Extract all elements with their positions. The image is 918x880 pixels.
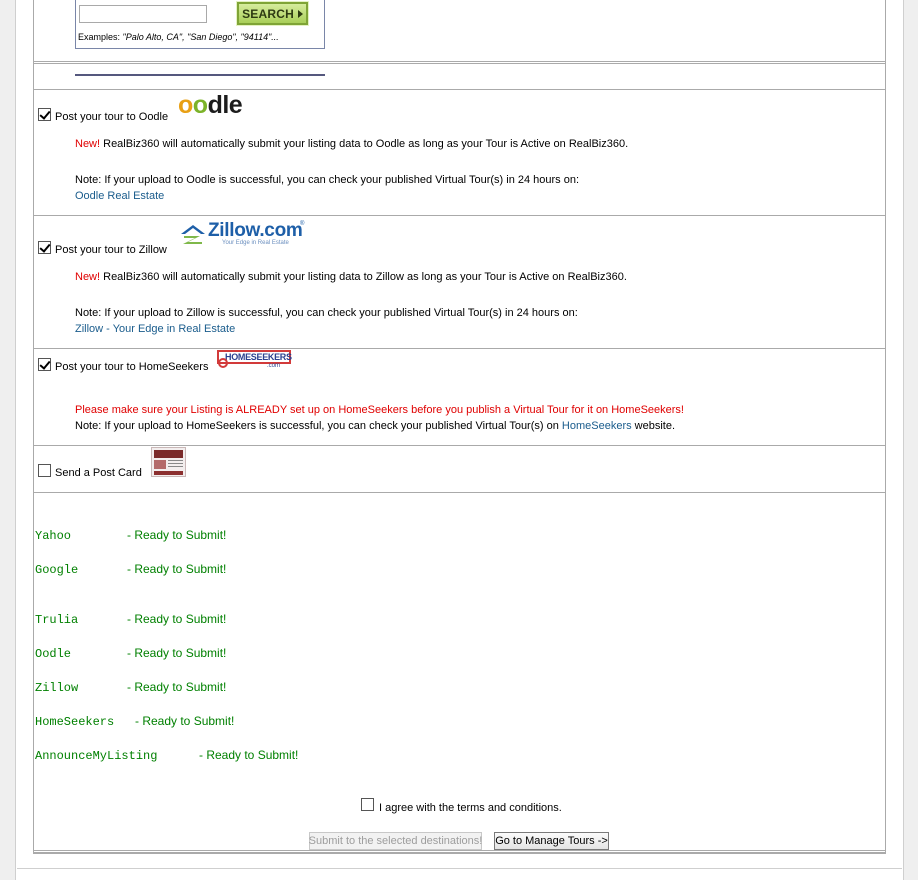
search-button[interactable]: SEARCH bbox=[236, 1, 309, 26]
blue-rule bbox=[75, 74, 325, 76]
status-message-yahoo: - Ready to Submit! bbox=[127, 528, 227, 542]
submit-destinations-button[interactable]: Submit to the selected destinations! bbox=[309, 832, 482, 850]
zillow-link[interactable]: Zillow - Your Edge in Real Estate bbox=[75, 323, 235, 335]
homeseekers-checkbox-label: Post your tour to HomeSeekers bbox=[55, 361, 209, 373]
examples-list: "Palo Alto, CA", "San Diego", "94114"... bbox=[122, 32, 279, 42]
homeseekers-note-end: website. bbox=[634, 420, 676, 432]
manage-tours-button[interactable]: Go to Manage Tours -> bbox=[494, 832, 609, 850]
zillow-house-icon bbox=[181, 225, 205, 244]
zillow-description: New! RealBiz360 will automatically submi… bbox=[75, 271, 627, 283]
search-examples: Examples: "Palo Alto, CA", "San Diego", … bbox=[78, 32, 279, 42]
oodle-description: New! RealBiz360 will automatically submi… bbox=[75, 138, 628, 150]
search-panel: SEARCH Examples: "Palo Alto, CA", "San D… bbox=[75, 0, 325, 49]
postcard-thumbnail bbox=[151, 447, 186, 477]
status-message-homeseekers: - Ready to Submit! bbox=[135, 714, 235, 728]
section-divider bbox=[33, 445, 886, 446]
terms-label: I agree with the terms and conditions. bbox=[379, 802, 562, 814]
status-message-trulia: - Ready to Submit! bbox=[127, 612, 227, 626]
homeseekers-checkbox[interactable] bbox=[38, 358, 51, 371]
status-message-google: - Ready to Submit! bbox=[127, 562, 227, 576]
status-name-oodle: Oodle bbox=[35, 647, 72, 661]
zillow-checkbox[interactable] bbox=[38, 241, 51, 254]
status-name-trulia: Trulia bbox=[35, 613, 79, 627]
oodle-logo: oodle bbox=[178, 91, 243, 119]
status-message-oodle: - Ready to Submit! bbox=[127, 646, 227, 660]
new-badge: New! bbox=[75, 138, 101, 150]
section-divider bbox=[33, 348, 886, 349]
status-name-homeseekers: HomeSeekers bbox=[35, 715, 115, 729]
status-message-zillow: - Ready to Submit! bbox=[127, 680, 227, 694]
section-divider bbox=[33, 89, 886, 90]
zillow-note: Note: If your upload to Zillow is succes… bbox=[75, 307, 578, 319]
homeseekers-logo-text: HOMESEEKERS bbox=[217, 350, 292, 364]
zillow-tagline: Your Edge in Real Estate bbox=[222, 240, 289, 246]
homeseekers-note: Note: If your upload to HomeSeekers is s… bbox=[75, 420, 675, 432]
search-input[interactable] bbox=[79, 5, 207, 23]
registered-mark: ® bbox=[300, 221, 305, 227]
oodle-note: Note: If your upload to Oodle is success… bbox=[75, 174, 580, 186]
oodle-real-estate-link[interactable]: Oodle Real Estate bbox=[75, 190, 164, 202]
magnifier-icon bbox=[218, 358, 228, 368]
homeseekers-link[interactable]: HomeSeekers bbox=[562, 420, 632, 432]
postcard-checkbox-label: Send a Post Card bbox=[55, 467, 142, 479]
status-name-announcemylisting: AnnounceMyListing bbox=[35, 749, 158, 763]
status-message-announcemylisting: - Ready to Submit! bbox=[199, 748, 299, 762]
postcard-checkbox[interactable] bbox=[38, 464, 51, 477]
examples-label: Examples: bbox=[78, 32, 121, 42]
section-divider bbox=[33, 215, 886, 216]
oodle-description-text: RealBiz360 will automatically submit you… bbox=[103, 138, 629, 150]
section-divider bbox=[33, 61, 886, 64]
oodle-checkbox-label: Post your tour to Oodle bbox=[55, 111, 169, 123]
zillow-checkbox-label: Post your tour to Zillow bbox=[55, 244, 167, 256]
status-name-google: Google bbox=[35, 563, 79, 577]
status-name-zillow: Zillow bbox=[35, 681, 79, 695]
page-bottom-border bbox=[17, 868, 902, 869]
homeseekers-warning: Please make sure your Listing is ALREADY… bbox=[75, 404, 684, 416]
homeseekers-note-text: Note: If your upload to HomeSeekers is s… bbox=[75, 420, 559, 432]
search-button-label: SEARCH bbox=[242, 6, 294, 21]
zillow-logo-text: Zillow.com bbox=[208, 220, 303, 241]
zillow-description-text: RealBiz360 will automatically submit you… bbox=[103, 271, 627, 283]
homeseekers-logo: HOMESEEKERS .com bbox=[217, 349, 292, 371]
oodle-checkbox[interactable] bbox=[38, 108, 51, 121]
terms-checkbox[interactable] bbox=[361, 798, 374, 811]
section-divider bbox=[33, 492, 886, 493]
homeseekers-logo-com: .com bbox=[267, 363, 281, 369]
section-divider bbox=[33, 850, 886, 853]
zillow-logo: Zillow.com ® Your Edge in Real Estate bbox=[180, 221, 306, 249]
new-badge: New! bbox=[75, 271, 101, 283]
arrow-right-icon bbox=[297, 9, 303, 18]
status-name-yahoo: Yahoo bbox=[35, 529, 72, 543]
